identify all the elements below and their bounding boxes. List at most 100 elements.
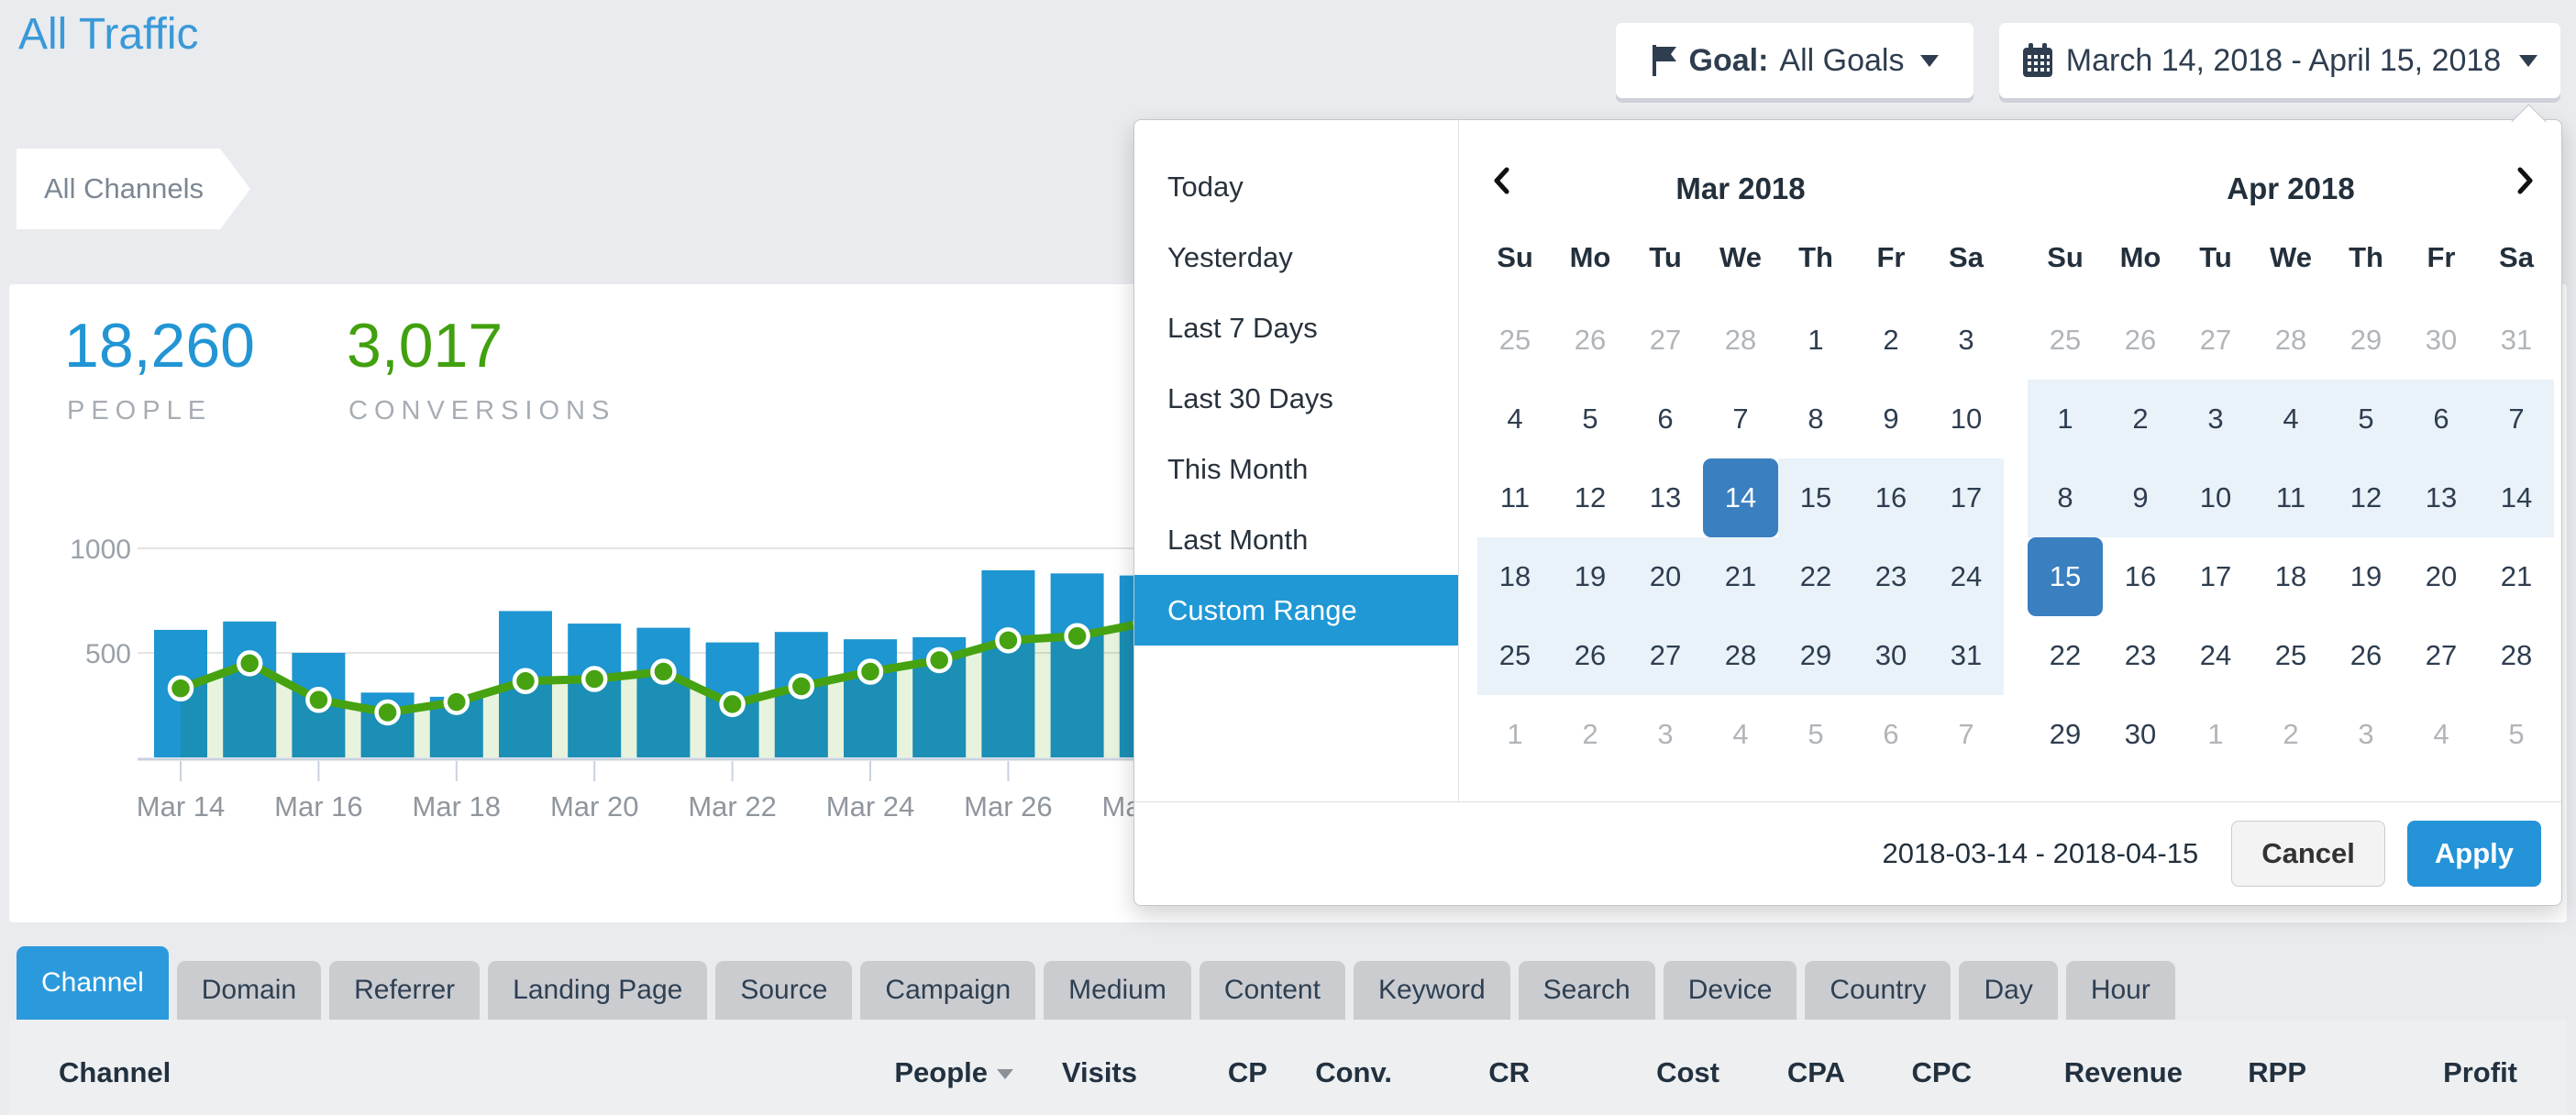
day-cell[interactable]: 2	[2253, 695, 2328, 774]
tab-keyword[interactable]: Keyword	[1354, 961, 1510, 1020]
day-cell[interactable]: 10	[2178, 458, 2253, 537]
day-cell[interactable]: 22	[2028, 616, 2103, 695]
tab-hour[interactable]: Hour	[2066, 961, 2175, 1020]
tab-referrer[interactable]: Referrer	[329, 961, 480, 1020]
day-cell[interactable]: 28	[2479, 616, 2554, 695]
day-cell[interactable]: 1	[2178, 695, 2253, 774]
tab-landing-page[interactable]: Landing Page	[488, 961, 707, 1020]
column-header-revenue[interactable]: Revenue	[2064, 1056, 2183, 1089]
day-cell[interactable]: 27	[1628, 301, 1703, 380]
day-cell[interactable]: 25	[2253, 616, 2328, 695]
column-header-conv-[interactable]: Conv.	[1315, 1056, 1392, 1089]
day-cell[interactable]: 15	[1778, 458, 1853, 537]
day-cell[interactable]: 2	[1853, 301, 1929, 380]
day-cell[interactable]: 13	[2404, 458, 2479, 537]
tab-medium[interactable]: Medium	[1044, 961, 1191, 1020]
column-header-cp[interactable]: CP	[1228, 1056, 1267, 1089]
day-cell[interactable]: 26	[2328, 616, 2404, 695]
day-cell[interactable]: 25	[1477, 616, 1553, 695]
preset-yesterday[interactable]: Yesterday	[1134, 222, 1458, 293]
tab-device[interactable]: Device	[1664, 961, 1797, 1020]
day-cell[interactable]: 6	[1628, 380, 1703, 458]
preset-this-month[interactable]: This Month	[1134, 434, 1458, 504]
day-cell[interactable]: 16	[1853, 458, 1929, 537]
tab-day[interactable]: Day	[1959, 961, 2057, 1020]
tab-content[interactable]: Content	[1200, 961, 1345, 1020]
column-header-visits[interactable]: Visits	[1062, 1056, 1137, 1089]
day-cell[interactable]: 5	[1778, 695, 1853, 774]
tab-campaign[interactable]: Campaign	[860, 961, 1035, 1020]
day-cell[interactable]: 3	[2328, 695, 2404, 774]
preset-last-month[interactable]: Last Month	[1134, 504, 1458, 575]
day-cell[interactable]: 22	[1778, 537, 1853, 616]
day-cell[interactable]: 8	[1778, 380, 1853, 458]
day-cell[interactable]: 27	[1628, 616, 1703, 695]
day-cell-selected[interactable]: 15	[2028, 537, 2103, 616]
day-cell[interactable]: 24	[1929, 537, 2004, 616]
day-cell[interactable]: 24	[2178, 616, 2253, 695]
next-month-icon[interactable]	[2504, 160, 2545, 201]
tab-domain[interactable]: Domain	[177, 961, 321, 1020]
day-cell[interactable]: 4	[1703, 695, 1778, 774]
day-cell[interactable]: 27	[2178, 301, 2253, 380]
day-cell[interactable]: 7	[1703, 380, 1778, 458]
breadcrumb-all-channels[interactable]: All Channels	[17, 149, 220, 229]
day-cell[interactable]: 20	[1628, 537, 1703, 616]
prev-month-icon[interactable]	[1482, 160, 1522, 201]
goal-selector-button[interactable]: Goal: All Goals	[1616, 23, 1973, 98]
day-cell[interactable]: 31	[1929, 616, 2004, 695]
day-cell[interactable]: 29	[2028, 695, 2103, 774]
day-cell[interactable]: 12	[1553, 458, 1628, 537]
day-cell[interactable]: 11	[1477, 458, 1553, 537]
preset-last-30-days[interactable]: Last 30 Days	[1134, 363, 1458, 434]
tab-country[interactable]: Country	[1805, 961, 1951, 1020]
day-cell[interactable]: 8	[2028, 458, 2103, 537]
column-header-people[interactable]: People	[894, 1056, 1013, 1089]
day-cell[interactable]: 31	[2479, 301, 2554, 380]
day-cell[interactable]: 21	[1703, 537, 1778, 616]
tab-channel[interactable]: Channel	[17, 946, 169, 1020]
day-cell[interactable]: 23	[1853, 537, 1929, 616]
day-cell[interactable]: 28	[1703, 301, 1778, 380]
day-cell[interactable]: 20	[2404, 537, 2479, 616]
day-cell[interactable]: 5	[2479, 695, 2554, 774]
day-cell[interactable]: 23	[2103, 616, 2178, 695]
day-cell[interactable]: 5	[1553, 380, 1628, 458]
day-cell[interactable]: 10	[1929, 380, 2004, 458]
day-cell[interactable]: 29	[1778, 616, 1853, 695]
day-cell[interactable]: 1	[1477, 695, 1553, 774]
day-cell[interactable]: 2	[1553, 695, 1628, 774]
day-cell[interactable]: 7	[2479, 380, 2554, 458]
day-cell[interactable]: 30	[1853, 616, 1929, 695]
column-header-profit[interactable]: Profit	[2443, 1056, 2517, 1089]
day-cell[interactable]: 27	[2404, 616, 2479, 695]
day-cell[interactable]: 25	[2028, 301, 2103, 380]
day-cell[interactable]: 25	[1477, 301, 1553, 380]
tab-source[interactable]: Source	[715, 961, 852, 1020]
day-cell[interactable]: 19	[1553, 537, 1628, 616]
day-cell[interactable]: 4	[2404, 695, 2479, 774]
column-header-rpp[interactable]: RPP	[2248, 1056, 2306, 1089]
day-cell[interactable]: 26	[1553, 301, 1628, 380]
day-cell[interactable]: 29	[2328, 301, 2404, 380]
day-cell[interactable]: 18	[1477, 537, 1553, 616]
day-cell-selected[interactable]: 14	[1703, 458, 1778, 537]
day-cell[interactable]: 3	[1628, 695, 1703, 774]
day-cell[interactable]: 4	[2253, 380, 2328, 458]
day-cell[interactable]: 30	[2103, 695, 2178, 774]
day-cell[interactable]: 7	[1929, 695, 2004, 774]
column-header-channel[interactable]: Channel	[59, 1056, 171, 1089]
day-cell[interactable]: 3	[2178, 380, 2253, 458]
day-cell[interactable]: 21	[2479, 537, 2554, 616]
day-cell[interactable]: 28	[1703, 616, 1778, 695]
day-cell[interactable]: 17	[2178, 537, 2253, 616]
day-cell[interactable]: 6	[1853, 695, 1929, 774]
day-cell[interactable]: 2	[2103, 380, 2178, 458]
day-cell[interactable]: 28	[2253, 301, 2328, 380]
day-cell[interactable]: 11	[2253, 458, 2328, 537]
day-cell[interactable]: 26	[2103, 301, 2178, 380]
preset-custom-range[interactable]: Custom Range	[1134, 575, 1458, 646]
tab-search[interactable]: Search	[1519, 961, 1655, 1020]
apply-button[interactable]: Apply	[2407, 821, 2541, 887]
day-cell[interactable]: 13	[1628, 458, 1703, 537]
